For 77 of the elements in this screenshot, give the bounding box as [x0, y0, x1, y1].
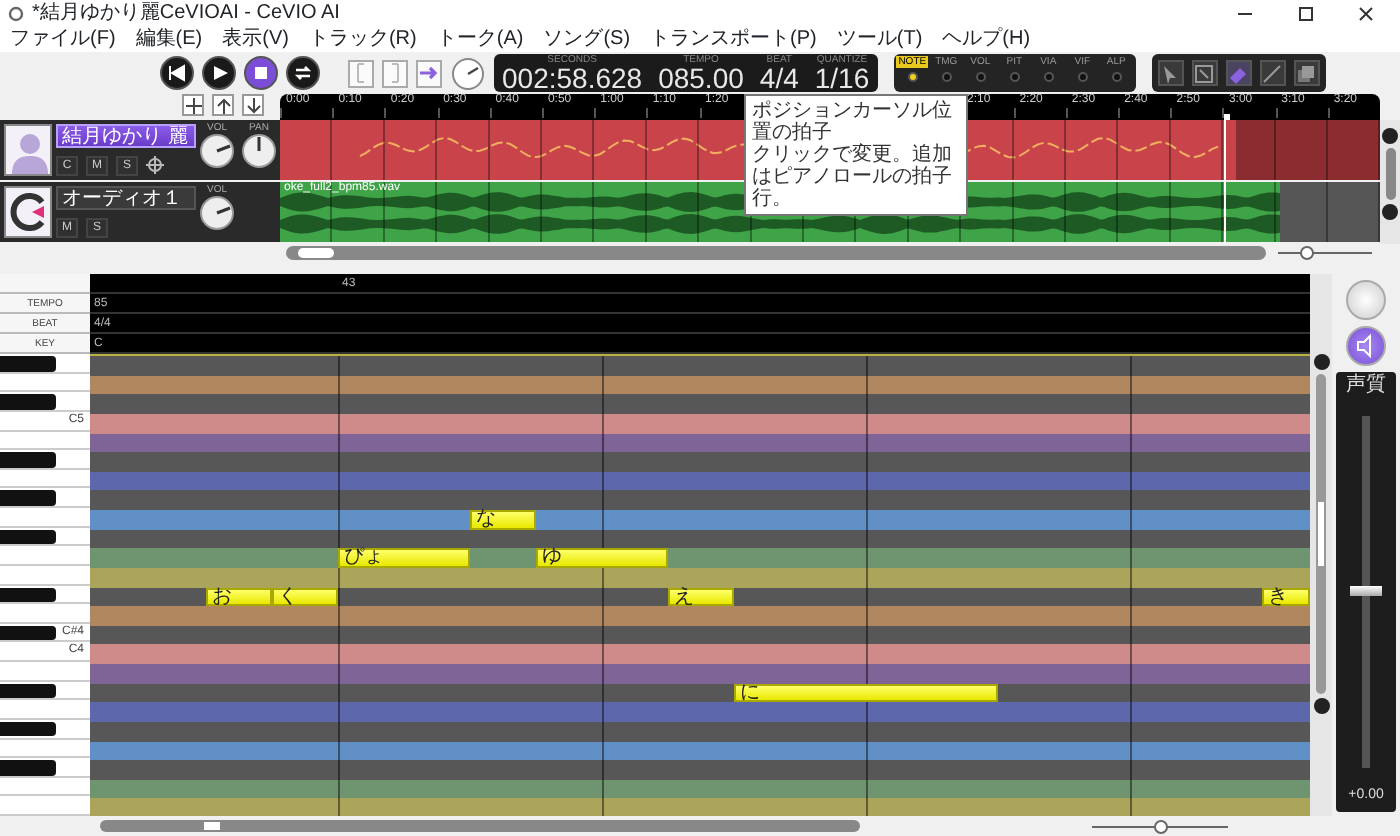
menu-item[interactable]: ファイル(F) [0, 26, 126, 52]
scrollbar[interactable] [100, 820, 860, 832]
bracket-icon [356, 62, 366, 84]
menu-item[interactable]: 編集(E) [125, 26, 213, 52]
move-down-button[interactable] [242, 94, 264, 116]
piano-key[interactable] [0, 392, 90, 412]
scrollbar[interactable] [1310, 274, 1332, 816]
note[interactable]: ゆ [536, 548, 668, 568]
dial-icon[interactable] [450, 55, 486, 91]
menu-item[interactable]: トラック(R) [298, 26, 427, 52]
line-icon [1260, 61, 1285, 85]
display-value: 002:58.628 [502, 66, 643, 92]
up-arrow-icon [213, 95, 233, 115]
piano-key[interactable] [0, 758, 90, 778]
note[interactable]: き [1262, 587, 1310, 607]
plus-icon [183, 95, 203, 115]
menu-item[interactable]: トーク(A) [426, 26, 534, 52]
note[interactable]: え [668, 587, 734, 607]
loop-button[interactable] [286, 56, 320, 90]
menu-item[interactable]: ソング(S) [533, 26, 641, 52]
bracket-icon [390, 62, 400, 84]
close-button[interactable] [1356, 3, 1376, 23]
display-value: 4/4 [759, 66, 799, 92]
tool-button[interactable] [1157, 60, 1184, 86]
display-value: 1/16 [814, 66, 870, 92]
piano-key[interactable] [0, 527, 90, 547]
speaker-button[interactable] [1346, 326, 1386, 366]
slider-thumb[interactable] [1153, 819, 1167, 833]
piano-key[interactable] [0, 488, 90, 508]
settings-icon[interactable] [146, 156, 164, 174]
tooltip-text: ポジションカーソル位置の拍子 [752, 100, 954, 144]
tool-button[interactable] [1293, 60, 1320, 86]
arrow-icon [420, 64, 438, 82]
track-name[interactable]: 結月ゆかり 麗 [56, 124, 196, 148]
piano-key[interactable] [0, 681, 90, 701]
down-arrow-icon [243, 95, 263, 115]
piano-key[interactable] [0, 450, 90, 470]
copy-icon [1294, 61, 1319, 85]
menu-item[interactable]: ツール(T) [826, 26, 933, 52]
knob[interactable] [242, 134, 276, 168]
marker-button[interactable] [382, 59, 408, 87]
tool-button[interactable] [1225, 60, 1252, 86]
track-name[interactable]: オーディオ１ [56, 186, 196, 210]
window-title: *結月ゆかり麗CeVIOAI - CeVIO AI [32, 0, 340, 27]
maximize-button[interactable] [1296, 3, 1316, 23]
marker-button[interactable] [416, 59, 442, 87]
rewind-icon [164, 60, 190, 86]
marker-button[interactable] [348, 59, 374, 87]
corner-cell [0, 274, 90, 294]
app-icon [8, 5, 24, 21]
display-value: 085.00 [658, 66, 744, 92]
menu-item[interactable]: 表示(V) [212, 26, 299, 52]
slider-thumb[interactable] [1299, 246, 1314, 260]
stop-button[interactable] [244, 56, 278, 90]
piano-key[interactable] [0, 719, 90, 739]
tool-button[interactable] [1191, 60, 1218, 86]
knob[interactable] [200, 196, 234, 230]
note[interactable]: お [206, 587, 272, 607]
piano-key[interactable] [0, 585, 90, 605]
add-track-button[interactable] [182, 94, 204, 116]
scrollbar[interactable] [286, 246, 1266, 260]
fader-thumb[interactable] [1350, 586, 1382, 596]
note[interactable]: ぴょ [338, 548, 470, 568]
knob[interactable] [200, 134, 234, 168]
piano-key[interactable] [0, 354, 90, 374]
menu-item[interactable]: トランスポート(P) [640, 26, 827, 52]
tooltip-text: クリックで変更。追加はピアノロールの拍子行。 [752, 144, 954, 210]
tool-button[interactable] [1259, 60, 1286, 86]
menu-item[interactable]: ヘルプ(H) [932, 26, 1041, 52]
fader-label: 声質 [1344, 372, 1388, 400]
range-icon [1192, 61, 1217, 85]
note[interactable]: く [272, 587, 338, 607]
play-button[interactable] [202, 56, 236, 90]
scrollbar[interactable] [1380, 120, 1400, 244]
rewind-button[interactable] [160, 56, 194, 90]
move-up-button[interactable] [212, 94, 234, 116]
note[interactable]: な [470, 510, 536, 530]
